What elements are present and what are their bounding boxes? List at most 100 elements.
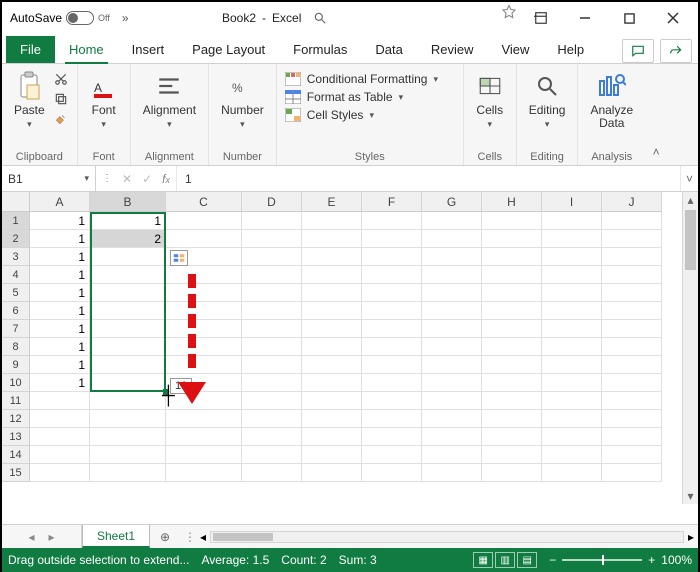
cell[interactable] [482,212,542,230]
cell[interactable] [602,320,662,338]
cell[interactable] [422,392,482,410]
col-header-H[interactable]: H [482,192,542,212]
cell[interactable] [242,284,302,302]
cell[interactable] [90,266,166,284]
cell[interactable]: 1 [30,356,90,374]
col-header-B[interactable]: B [90,192,166,212]
cell[interactable] [602,374,662,392]
cell[interactable] [602,266,662,284]
cell[interactable] [302,464,362,482]
cell[interactable] [602,428,662,446]
cell[interactable] [482,302,542,320]
row-header[interactable]: 5 [2,284,30,302]
row-header[interactable]: 2 [2,230,30,248]
fx-icon[interactable]: fx [162,172,170,186]
cell[interactable] [362,464,422,482]
cell[interactable] [166,410,242,428]
search-icon[interactable] [313,11,327,25]
sheet-nav[interactable]: ◂▸ [2,525,82,548]
cell[interactable] [422,266,482,284]
tab-review[interactable]: Review [417,36,488,63]
cell[interactable] [482,356,542,374]
cell[interactable] [242,464,302,482]
row-header[interactable]: 6 [2,302,30,320]
cell[interactable] [422,320,482,338]
cell[interactable] [242,410,302,428]
cell[interactable] [542,428,602,446]
col-header-I[interactable]: I [542,192,602,212]
cell[interactable] [362,302,422,320]
tab-home[interactable]: Home [55,36,118,63]
col-header-D[interactable]: D [242,192,302,212]
cell[interactable] [30,428,90,446]
zoom-in-icon[interactable]: + [648,553,655,567]
minimize-button[interactable] [564,4,606,32]
cell[interactable] [302,356,362,374]
cell[interactable] [602,212,662,230]
cell[interactable]: 1 [30,230,90,248]
page-break-view-icon[interactable]: ▤ [517,552,537,568]
page-layout-view-icon[interactable]: ▥ [495,552,515,568]
cell[interactable] [362,320,422,338]
enter-icon[interactable]: ✓ [142,172,152,186]
cell[interactable] [482,338,542,356]
cell[interactable] [242,356,302,374]
cell[interactable] [90,428,166,446]
select-all-corner[interactable] [2,192,30,212]
cell[interactable] [422,410,482,428]
cell[interactable] [422,356,482,374]
col-header-G[interactable]: G [422,192,482,212]
cell[interactable]: 2 [90,230,166,248]
cell[interactable] [602,284,662,302]
cell[interactable] [542,230,602,248]
add-sheet-button[interactable]: ⊕ [150,525,180,548]
scroll-right-icon[interactable]: ▸ [688,530,694,544]
cell[interactable] [482,428,542,446]
cell[interactable] [542,410,602,428]
cell[interactable] [602,302,662,320]
cell[interactable] [482,464,542,482]
cell[interactable] [362,248,422,266]
cell[interactable] [166,230,242,248]
cell[interactable] [362,374,422,392]
format-as-table-button[interactable]: Format as Table▾ [285,90,455,104]
cell[interactable] [482,446,542,464]
cell[interactable] [302,230,362,248]
cell[interactable] [242,392,302,410]
tab-insert[interactable]: Insert [118,36,179,63]
cell[interactable] [602,410,662,428]
cell[interactable] [90,302,166,320]
cell[interactable] [542,356,602,374]
autosave-toggle[interactable]: AutoSave Off [6,11,114,25]
cell[interactable] [482,230,542,248]
cell[interactable] [422,302,482,320]
collapse-ribbon-icon[interactable]: ˄ [645,64,667,165]
cell[interactable] [90,446,166,464]
tab-page-layout[interactable]: Page Layout [178,36,279,63]
premium-icon[interactable] [500,4,518,22]
cell[interactable] [602,392,662,410]
cell[interactable] [30,410,90,428]
cut-icon[interactable] [53,72,69,86]
cell[interactable] [30,446,90,464]
cell[interactable] [542,446,602,464]
normal-view-icon[interactable]: ▦ [473,552,493,568]
tab-help[interactable]: Help [543,36,598,63]
cell[interactable] [362,338,422,356]
col-header-A[interactable]: A [30,192,90,212]
cells-button[interactable]: Cells ▾ [472,68,508,132]
col-header-F[interactable]: F [362,192,422,212]
autofill-options-button[interactable] [170,250,188,266]
cell[interactable] [362,266,422,284]
tab-data[interactable]: Data [361,36,416,63]
cell[interactable] [422,338,482,356]
cell[interactable] [302,338,362,356]
conditional-formatting-button[interactable]: Conditional Formatting▾ [285,72,455,86]
cell[interactable]: 1 [30,338,90,356]
formula-input[interactable]: 1 [177,166,680,191]
row-header[interactable]: 11 [2,392,30,410]
cell[interactable] [362,410,422,428]
zoom-slider[interactable] [562,559,642,561]
tab-file[interactable]: File [6,36,55,63]
cell[interactable] [362,356,422,374]
